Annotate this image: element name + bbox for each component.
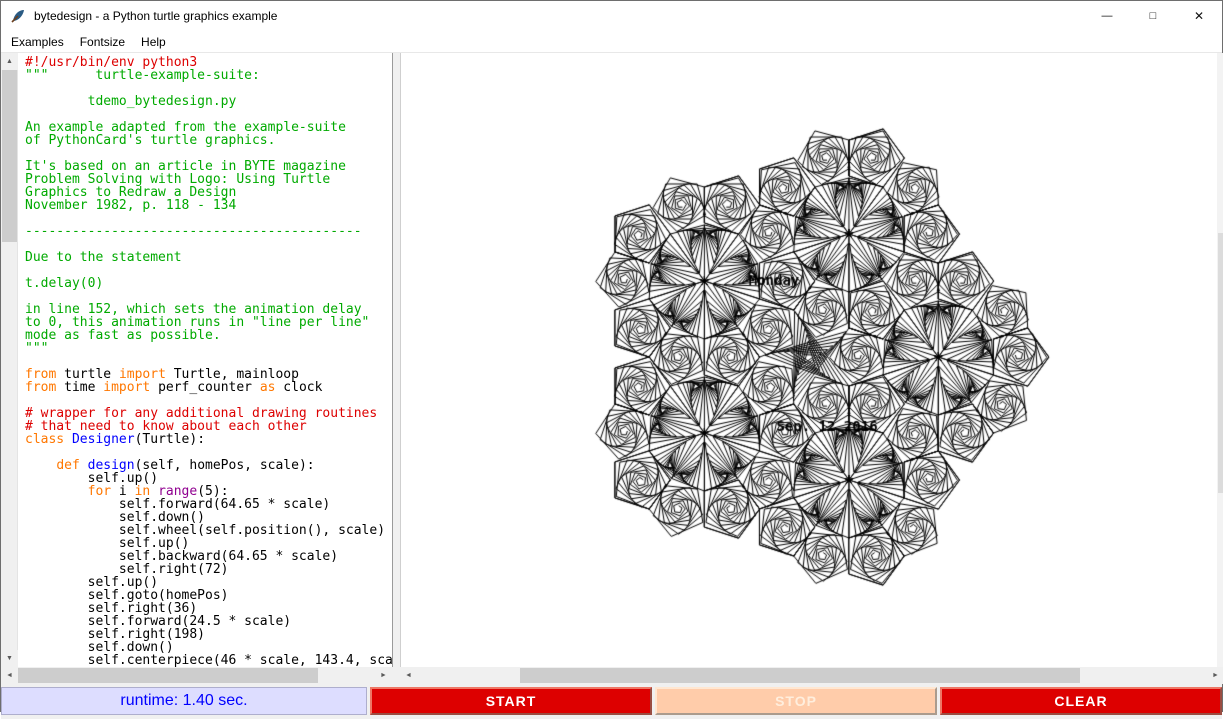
app-window: bytedesign - a Python turtle graphics ex… — [0, 0, 1223, 712]
menubar: Examples Fontsize Help — [1, 31, 1222, 53]
menu-help[interactable]: Help — [133, 32, 174, 52]
scroll-left-icon[interactable]: ◄ — [400, 667, 417, 684]
hscroll-gap — [392, 667, 400, 684]
editor-hscroll-thumb[interactable] — [18, 668, 318, 683]
canvas-vscroll-thumb[interactable] — [1218, 233, 1223, 493]
pane-divider — [392, 53, 400, 667]
code-line: November 1982, p. 118 - 134 — [25, 199, 392, 212]
code-editor[interactable]: #!/usr/bin/env python3""" turtle-example… — [18, 53, 392, 667]
menu-examples[interactable]: Examples — [3, 32, 72, 52]
close-button[interactable]: ✕ — [1176, 1, 1222, 31]
code-line: ----------------------------------------… — [25, 225, 392, 238]
code-line: """ — [25, 342, 392, 355]
main-area: ▲ ▼ #!/usr/bin/env python3""" turtle-exa… — [1, 53, 1222, 667]
runtime-label: runtime: 1.40 sec. — [1, 687, 367, 715]
code-line: Due to the statement — [25, 251, 392, 264]
code-line: self.centerpiece(46 * scale, 143.4, scal… — [25, 654, 392, 667]
scroll-down-icon[interactable]: ▼ — [1, 650, 18, 667]
canvas-hscroll-thumb[interactable] — [520, 668, 1080, 683]
code-line: of PythonCard's turtle graphics. — [25, 134, 392, 147]
scroll-left-icon[interactable]: ◄ — [1, 667, 18, 684]
code-line: from time import perf_counter as clock — [25, 381, 392, 394]
clear-button[interactable]: CLEAR — [940, 687, 1222, 715]
scroll-up-icon[interactable]: ▲ — [1, 53, 18, 70]
maximize-button[interactable]: □ — [1130, 1, 1176, 31]
hscroll-row: ◄ ► ◄ ► — [1, 667, 1222, 684]
titlebar: bytedesign - a Python turtle graphics ex… — [1, 1, 1222, 31]
scroll-right-icon[interactable]: ► — [1207, 667, 1223, 684]
minimize-button[interactable]: — — [1084, 1, 1130, 31]
editor-vscroll-thumb[interactable] — [2, 70, 17, 242]
control-bar: runtime: 1.40 sec. START STOP CLEAR — [1, 684, 1222, 719]
editor-vertical-scrollbar[interactable]: ▲ ▼ — [1, 53, 18, 667]
editor-horizontal-scrollbar[interactable]: ◄ ► — [1, 667, 392, 684]
code-line: mode as fast as possible. — [25, 329, 392, 342]
canvas-pane — [400, 53, 1217, 667]
turtle-canvas — [401, 53, 1217, 661]
code-line: tdemo_bytedesign.py — [25, 95, 392, 108]
code-line: """ turtle-example-suite: — [25, 69, 392, 82]
code-line: t.delay(0) — [25, 277, 392, 290]
canvas-horizontal-scrollbar[interactable]: ◄ ► — [400, 667, 1223, 684]
window-title: bytedesign - a Python turtle graphics ex… — [34, 9, 277, 23]
turtle-app-icon — [10, 8, 26, 24]
canvas-vertical-scrollbar[interactable] — [1217, 53, 1223, 667]
code-line: class Designer(Turtle): — [25, 433, 392, 446]
scroll-right-icon[interactable]: ► — [375, 667, 392, 684]
stop-button[interactable]: STOP — [655, 687, 937, 715]
start-button[interactable]: START — [370, 687, 652, 715]
menu-fontsize[interactable]: Fontsize — [72, 32, 133, 52]
